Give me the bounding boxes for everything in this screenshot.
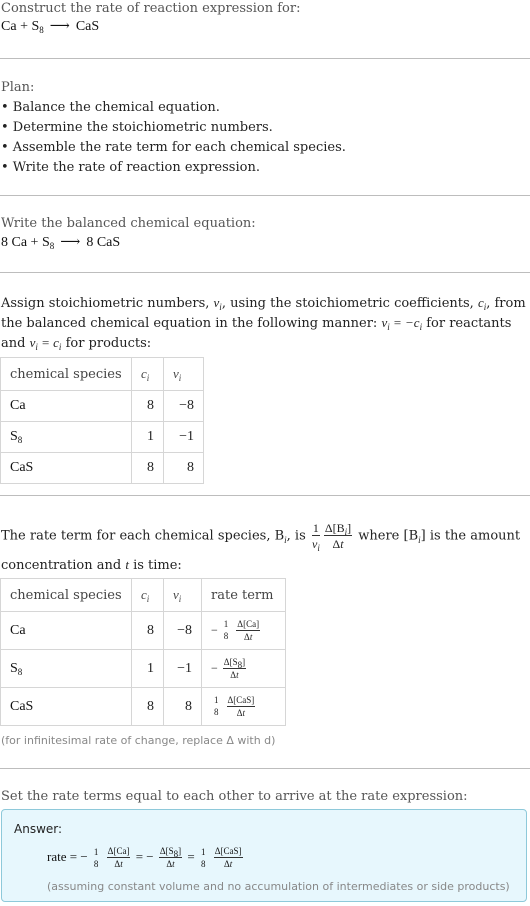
coefficient-cas: 8 — [86, 235, 94, 250]
plan-step: • Assemble the rate term for each chemic… — [1, 140, 346, 155]
divider — [0, 195, 530, 196]
divider — [0, 768, 530, 769]
table-row: Ca 8 −8 — [0, 390, 204, 422]
answer-box: Answer: rate = − 18 Δ[Ca] Δt = − Δ[S8] Δt … — [1, 809, 527, 902]
stoich-text-line1: Assign stoichiometric numbers, νi, using… — [1, 293, 526, 314]
cell-species: CaS — [0, 452, 132, 484]
text: , is — [286, 528, 310, 544]
cell-c: 8 — [131, 452, 164, 484]
cell-nu: −1 — [163, 649, 202, 688]
text: and — [1, 336, 30, 351]
delta-fraction-s8: Δ[S8] Δt — [158, 846, 183, 870]
reactant-s8: S8 — [31, 19, 44, 35]
reaction-arrow: ⟶ — [49, 19, 70, 34]
text: for reactants — [422, 316, 512, 331]
divider — [0, 272, 530, 273]
table-row: CaS 8 8 18 Δ[CaS] Δt — [0, 687, 286, 726]
cell-nu: −8 — [163, 611, 202, 650]
delta-fraction: Δ[Ca] Δt — [236, 618, 261, 642]
balanced-equation: 8 Ca + S8 ⟶ 8 CaS — [1, 235, 121, 251]
text: , using the stoichiometric coefficients, — [221, 296, 478, 311]
stoich-table: chemical species ci νi Ca 8 −8 S8 1 −1 C… — [0, 357, 204, 484]
header-nui: νi — [163, 578, 202, 612]
answer-label: Answer: — [14, 822, 63, 836]
cell-species: S8 — [0, 649, 132, 688]
header-species: chemical species — [0, 578, 132, 612]
header-rate-term: rate term — [201, 578, 286, 612]
delta-fraction-cas: Δ[CaS] Δt — [213, 846, 243, 870]
cell-c: 1 — [131, 421, 164, 453]
delta-fraction: Δ[CaS] Δt — [226, 694, 256, 718]
table-header-row: chemical species ci νi rate term — [0, 578, 286, 612]
header-species: chemical species — [0, 357, 132, 391]
delta-fraction: Δ[S8] Δt — [222, 656, 247, 680]
math: νi = ci — [29, 335, 62, 352]
reaction-equation: Ca + S8 ⟶ CaS — [1, 19, 100, 35]
text: , from — [486, 296, 526, 311]
text: ] is the amount — [420, 528, 521, 544]
cell-c: 8 — [131, 390, 164, 422]
rate-term-text-line2: concentration and t is time: — [1, 555, 182, 576]
coef-fraction: 18 — [201, 846, 206, 869]
cell-species: Ca — [0, 390, 132, 422]
coefficient-ca: 8 — [1, 235, 8, 250]
cell-species: S8 — [0, 421, 132, 453]
rate-term-fraction: Δ[Bi] Δt — [323, 521, 353, 551]
rate-term-fraction: 1 νi — [311, 521, 320, 553]
delta-fraction-ca: Δ[Ca] Δt — [106, 846, 131, 870]
divider — [0, 495, 530, 496]
header-ci: ci — [131, 357, 164, 391]
coef-fraction: 18 — [214, 695, 219, 717]
text: Assign stoichiometric numbers, — [1, 296, 214, 311]
cell-rate-term: − Δ[S8] Δt — [201, 649, 286, 688]
cell-rate-term: − 18 Δ[Ca] Δt — [201, 611, 286, 650]
nu-i-symbol: νi — [213, 295, 222, 312]
divider — [0, 58, 530, 59]
assumption-note: (assuming constant volume and no accumul… — [47, 880, 510, 893]
text: The rate term for each chemical species,… — [1, 528, 285, 544]
header-ci: ci — [131, 578, 164, 612]
c-i-symbol: ci — [477, 295, 487, 312]
coef-fraction: 18 — [93, 846, 99, 869]
balanced-title: Write the balanced chemical equation: — [1, 216, 256, 231]
cell-species: Ca — [0, 611, 132, 650]
cell-nu: −1 — [163, 421, 204, 453]
stoich-text-line2: the balanced chemical equation in the fo… — [1, 313, 511, 334]
cell-nu: 8 — [163, 452, 204, 484]
text: where [B — [354, 528, 419, 544]
table-row: S8 1 −1 − Δ[S8] Δt — [0, 649, 286, 688]
plan-step: • Balance the chemical equation. — [1, 100, 220, 115]
rate-term-text-line1: The rate term for each chemical species,… — [1, 521, 521, 553]
cell-species: CaS — [0, 687, 132, 726]
final-title: Set the rate terms equal to each other t… — [1, 789, 468, 804]
rate-term-table: chemical species ci νi rate term Ca 8 −8… — [0, 578, 286, 726]
cell-nu: −8 — [163, 390, 204, 422]
header-nui: νi — [163, 357, 204, 391]
cell-nu: 8 — [163, 687, 202, 726]
plan-step: • Determine the stoichiometric numbers. — [1, 120, 273, 135]
cell-c: 1 — [131, 649, 164, 688]
product-cas: CaS — [75, 19, 100, 34]
rate-word: rate — [47, 849, 67, 864]
table-row: S8 1 −1 — [0, 421, 204, 453]
table-header-row: chemical species ci νi — [0, 357, 204, 391]
plan-title: Plan: — [1, 80, 35, 95]
plan-step: • Write the rate of reaction expression. — [1, 160, 260, 175]
text: concentration and — [1, 558, 126, 573]
math: νi = −ci — [381, 315, 423, 332]
reactant-ca: Ca — [1, 19, 17, 34]
coef-fraction: 18 — [223, 619, 229, 641]
cell-rate-term: 18 Δ[CaS] Δt — [201, 687, 286, 726]
text: for products: — [61, 336, 152, 351]
rate-expression: rate = − 18 Δ[Ca] Δt = − Δ[S8] Δt = 18 Δ[C… — [47, 846, 243, 870]
stoich-text-line3: and νi = ci for products: — [1, 333, 151, 354]
text: the balanced chemical equation in the fo… — [1, 316, 382, 331]
cell-c: 8 — [131, 687, 164, 726]
cell-c: 8 — [131, 611, 164, 650]
table-row: CaS 8 8 — [0, 452, 204, 484]
table-row: Ca 8 −8 − 18 Δ[Ca] Δt — [0, 611, 286, 650]
reaction-arrow: ⟶ — [60, 235, 81, 250]
infinitesimal-note: (for infinitesimal rate of change, repla… — [1, 734, 276, 747]
text: is time: — [128, 558, 182, 573]
